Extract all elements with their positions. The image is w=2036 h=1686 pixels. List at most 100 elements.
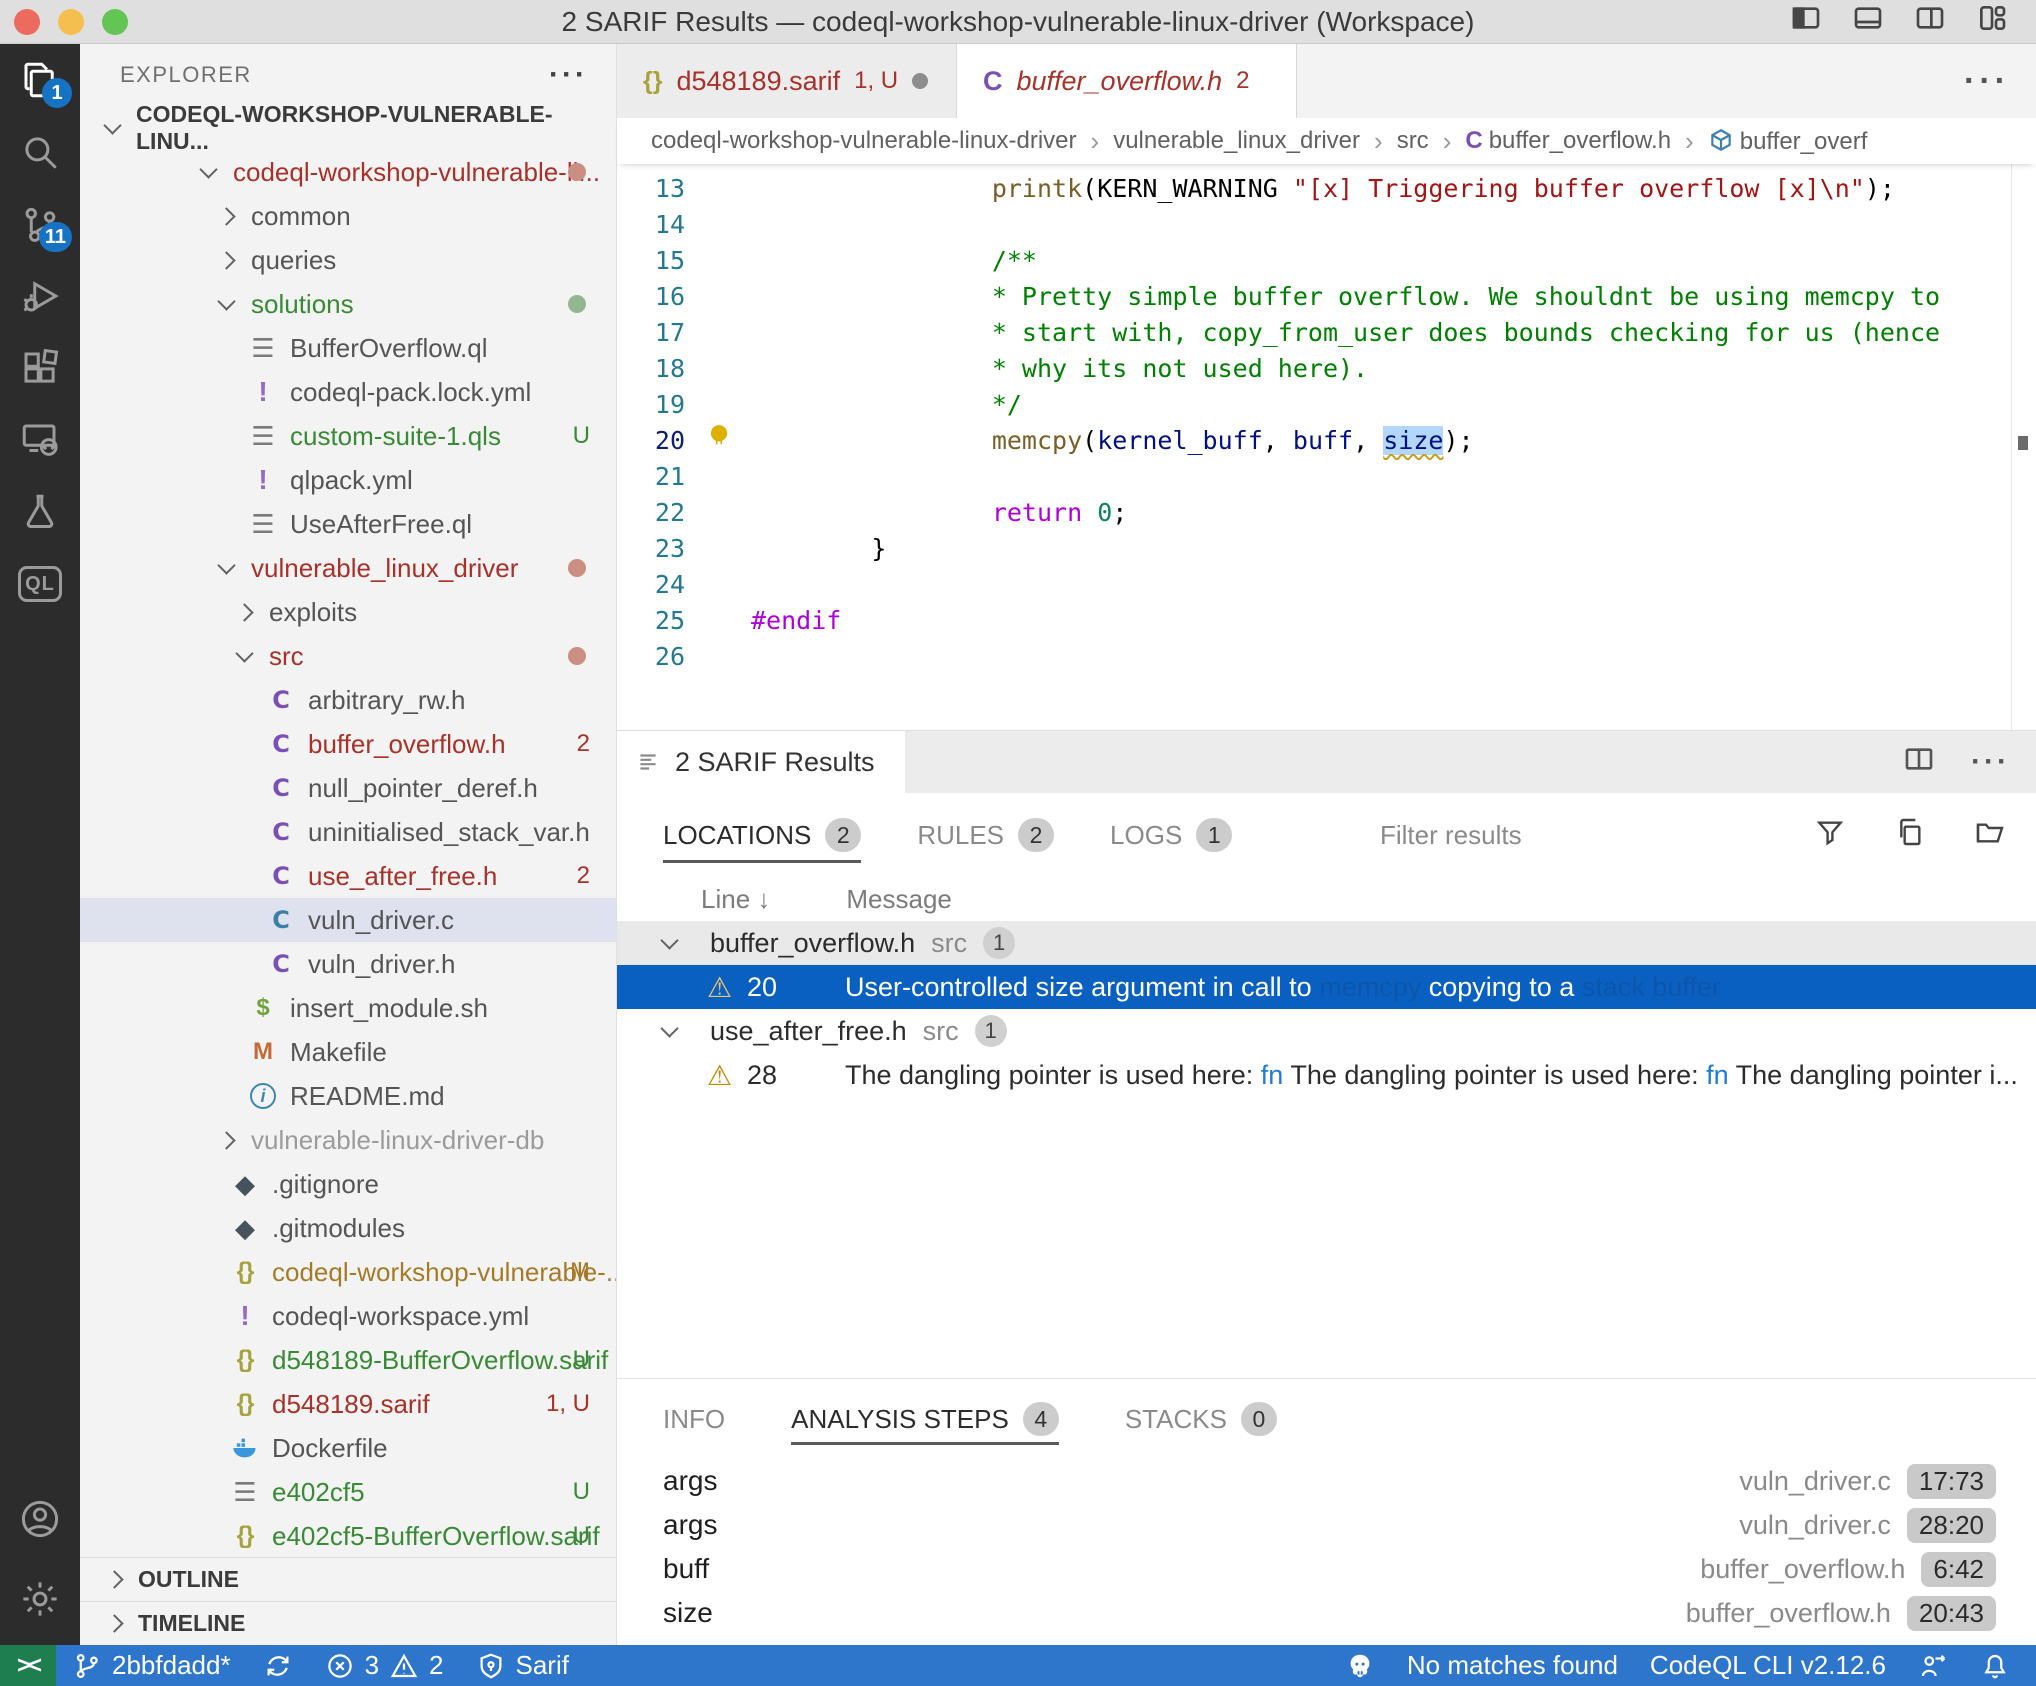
tab-info[interactable]: INFO: [663, 1379, 725, 1459]
code-editor[interactable]: 13 printk(KERN_WARNING "[x] Triggering b…: [617, 164, 2036, 730]
tree-item-makefile[interactable]: MMakefile: [80, 1030, 616, 1074]
tree-item-common[interactable]: common: [80, 194, 616, 238]
code-line-14[interactable]: 14: [617, 206, 2036, 242]
tree-item-gitignore[interactable]: ◆.gitignore: [80, 1162, 616, 1206]
github-button[interactable]: [1329, 1645, 1391, 1686]
editor-scrollbar[interactable]: [2011, 164, 2012, 730]
tree-item-uninitialised-stack-var-h[interactable]: Cuninitialised_stack_var.h: [80, 810, 616, 854]
sidebar-item-codeql[interactable]: QL: [0, 548, 80, 620]
split-editor-icon[interactable]: [1914, 2, 1946, 41]
code-line-23[interactable]: 23 }: [617, 530, 2036, 566]
explorer-more-actions-icon[interactable]: ···: [549, 70, 588, 80]
search-matches-status[interactable]: No matches found: [1391, 1645, 1634, 1686]
code-line-16[interactable]: 16 * Pretty simple buffer overflow. We s…: [617, 278, 2036, 314]
tree-item-custom-suite-1-qls[interactable]: ☰custom-suite-1.qlsU: [80, 414, 616, 458]
minimize-window-button[interactable]: [58, 9, 84, 35]
filter-icon[interactable]: [1814, 816, 1846, 855]
maximize-window-button[interactable]: [102, 9, 128, 35]
settings-button[interactable]: [0, 1563, 80, 1635]
tree-item-e402cf5-bufferoverflow-sarif[interactable]: {}e402cf5-BufferOverflow.sarifU: [80, 1514, 616, 1557]
tab-locations[interactable]: LOCATIONS 2: [663, 793, 861, 877]
sidebar-item-remote-explorer[interactable]: [0, 404, 80, 476]
result-group-use-after-free-h[interactable]: use_after_free.hsrc1: [617, 1009, 2036, 1053]
breadcrumb-item[interactable]: Cbuffer_overflow.h: [1465, 127, 1671, 155]
analysis-step-buff-6-42[interactable]: buffbuffer_overflow.h6:42: [617, 1547, 2036, 1591]
tree-item-e402cf5[interactable]: ☰e402cf5U: [80, 1470, 616, 1514]
tree-item-arbitrary-rw-h[interactable]: Carbitrary_rw.h: [80, 678, 616, 722]
close-window-button[interactable]: [14, 9, 40, 35]
tree-item-codeql-workspace-yml[interactable]: !codeql-workspace.yml: [80, 1294, 616, 1338]
sarif-status-button[interactable]: Sarif: [460, 1645, 585, 1686]
tab-logs[interactable]: LOGS 1: [1110, 793, 1232, 877]
code-line-17[interactable]: 17 * start with, copy_from_user does bou…: [617, 314, 2036, 350]
panel-tab-sarif-results[interactable]: 2 SARIF Results: [617, 731, 905, 793]
tree-item-vulnerable-linux-driver-db[interactable]: vulnerable-linux-driver-db: [80, 1118, 616, 1162]
customize-layout-icon[interactable]: [1976, 2, 2008, 41]
sidebar-item-search[interactable]: [0, 116, 80, 188]
analysis-step-args-28-20[interactable]: argsvuln_driver.c28:20: [617, 1503, 2036, 1547]
tab-buffer-overflow-h[interactable]: C buffer_overflow.h 2: [957, 44, 1297, 118]
lightbulb-icon[interactable]: [704, 422, 734, 458]
tree-item-d548189-bufferoverflow-sarif[interactable]: {}d548189-BufferOverflow.sarifU: [80, 1338, 616, 1382]
code-line-21[interactable]: 21: [617, 458, 2036, 494]
filter-results-input[interactable]: [1380, 820, 1710, 851]
timeline-section-header[interactable]: TIMELINE: [80, 1601, 616, 1645]
feedback-button[interactable]: [1902, 1645, 1964, 1686]
sidebar-item-extensions[interactable]: [0, 332, 80, 404]
code-line-22[interactable]: 22 return 0;: [617, 494, 2036, 530]
tree-item-readme-md[interactable]: iREADME.md: [80, 1074, 616, 1118]
workspace-root-row[interactable]: CODEQL-WORKSHOP-VULNERABLE-LINU...: [80, 106, 616, 150]
breadcrumb-item[interactable]: src: [1397, 127, 1429, 155]
tree-item-insert-module-sh[interactable]: $insert_module.sh: [80, 986, 616, 1030]
code-line-15[interactable]: 15 /**: [617, 242, 2036, 278]
account-button[interactable]: [0, 1483, 80, 1555]
code-line-25[interactable]: 25#endif: [617, 602, 2036, 638]
tab-analysis-steps[interactable]: ANALYSIS STEPS 4: [791, 1379, 1059, 1459]
tree-item-vuln-driver-h[interactable]: Cvuln_driver.h: [80, 942, 616, 986]
notifications-button[interactable]: [1964, 1645, 2026, 1686]
tree-item-buffer-overflow-h[interactable]: Cbuffer_overflow.h2: [80, 722, 616, 766]
code-line-26[interactable]: 26: [617, 638, 2036, 674]
column-line[interactable]: Line ↓: [701, 884, 770, 915]
tree-item-codeql-pack-lock-yml[interactable]: !codeql-pack.lock.yml: [80, 370, 616, 414]
toggle-sidebar-icon[interactable]: [1790, 2, 1822, 41]
analysis-step-size-20-43[interactable]: sizebuffer_overflow.h20:43: [617, 1591, 2036, 1635]
codeql-cli-status[interactable]: CodeQL CLI v2.12.6: [1634, 1645, 1902, 1686]
tab-d548189-sarif[interactable]: {} d548189.sarif 1, U: [617, 44, 957, 118]
git-branch-button[interactable]: 2bbfdadd*: [56, 1645, 247, 1686]
breadcrumb-item[interactable]: vulnerable_linux_driver: [1113, 127, 1360, 155]
panel-more-actions-icon[interactable]: ···: [1971, 757, 2010, 767]
tree-item-gitmodules[interactable]: ◆.gitmodules: [80, 1206, 616, 1250]
code-line-13[interactable]: 13 printk(KERN_WARNING "[x] Triggering b…: [617, 170, 2036, 206]
tree-item-qlpack-yml[interactable]: !qlpack.yml: [80, 458, 616, 502]
tree-item-useafterfree-ql[interactable]: ☰UseAfterFree.ql: [80, 502, 616, 546]
tree-item-queries[interactable]: queries: [80, 238, 616, 282]
copy-icon[interactable]: [1894, 816, 1926, 855]
result-row-line-28[interactable]: ⚠28The dangling pointer is used here: fn…: [617, 1053, 2036, 1097]
tree-item-codeql-workshop-vulnerable[interactable]: {}codeql-workshop-vulnerable-...M: [80, 1250, 616, 1294]
tab-rules[interactable]: RULES 2: [917, 793, 1054, 877]
editor-more-actions-icon[interactable]: ···: [1964, 62, 2010, 101]
tree-item-exploits[interactable]: exploits: [80, 590, 616, 634]
tree-item-vuln-driver-c[interactable]: Cvuln_driver.c: [80, 898, 616, 942]
code-line-24[interactable]: 24: [617, 566, 2036, 602]
tree-item-vulnerable-linux-driver[interactable]: vulnerable_linux_driver: [80, 546, 616, 590]
analysis-step-args-17-73[interactable]: argsvuln_driver.c17:73: [617, 1459, 2036, 1503]
tree-item-null-pointer-deref-h[interactable]: Cnull_pointer_deref.h: [80, 766, 616, 810]
sidebar-item-run-debug[interactable]: [0, 260, 80, 332]
breadcrumb-item[interactable]: codeql-workshop-vulnerable-linux-driver: [651, 127, 1077, 155]
result-row-line-20[interactable]: ⚠20User-controlled size argument in call…: [617, 965, 2036, 1009]
sidebar-item-source-control[interactable]: 11: [0, 188, 80, 260]
tree-item-use-after-free-h[interactable]: Cuse_after_free.h2: [80, 854, 616, 898]
tree-item-d548189-sarif[interactable]: {}d548189.sarif1, U: [80, 1382, 616, 1426]
outline-section-header[interactable]: OUTLINE: [80, 1557, 616, 1601]
tree-item-bufferoverflow-ql[interactable]: ☰BufferOverflow.ql: [80, 326, 616, 370]
tree-item-codeql-workshop-vulnerable-li[interactable]: codeql-workshop-vulnerable-li...: [80, 150, 616, 194]
tab-stacks[interactable]: STACKS 0: [1125, 1379, 1277, 1459]
tree-item-solutions[interactable]: solutions: [80, 282, 616, 326]
code-line-20[interactable]: 20 memcpy(kernel_buff, buff, size);: [617, 422, 2036, 458]
split-panel-icon[interactable]: [1903, 743, 1935, 782]
remote-indicator[interactable]: ><: [0, 1645, 56, 1686]
tree-item-dockerfile[interactable]: Dockerfile: [80, 1426, 616, 1470]
sidebar-item-testing[interactable]: [0, 476, 80, 548]
